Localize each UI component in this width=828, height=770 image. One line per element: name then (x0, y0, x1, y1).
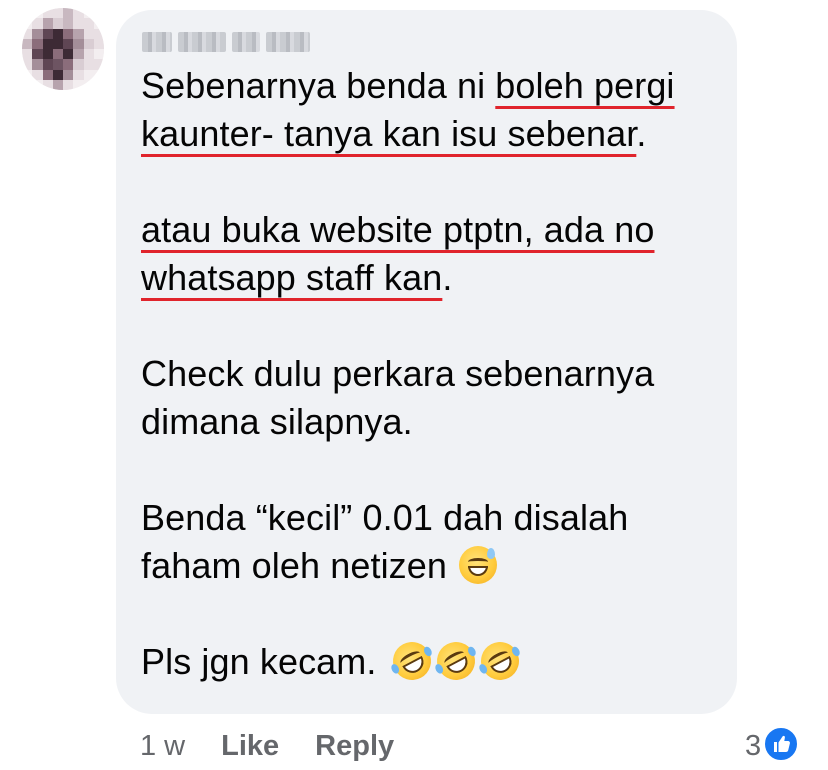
comment-paragraph: Benda “kecil” 0.01 dah disalah faham ole… (141, 494, 726, 590)
underlined-text: atau buka website ptptn, ada no whatsapp… (141, 209, 655, 298)
comment-bubble: Sebenarnya benda ni boleh pergi kaunter-… (116, 10, 737, 714)
comment-text-run: . (442, 257, 453, 298)
grinning-sweat-emoji (459, 546, 498, 584)
like-button[interactable]: Like (221, 726, 279, 766)
comment-text-run: Benda “kecil” 0.01 dah disalah faham ole… (141, 497, 629, 586)
rolling-on-floor-laughing-emoji (385, 635, 438, 687)
rolling-on-floor-laughing-emoji (473, 635, 526, 687)
comment-paragraph: Sebenarnya benda ni boleh pergi kaunter-… (141, 62, 726, 158)
comment-text-run: . (636, 113, 647, 154)
reaction-count: 3 (745, 730, 762, 762)
comment-text: Sebenarnya benda ni boleh pergi kaunter-… (141, 62, 726, 687)
rolling-on-floor-laughing-emoji (429, 635, 482, 687)
comment-paragraph: atau buka website ptptn, ada no whatsapp… (141, 206, 726, 302)
reply-button[interactable]: Reply (315, 726, 394, 766)
comment-paragraph: Check dulu perkara sebenarnya dimana sil… (141, 350, 726, 446)
comment-timestamp[interactable]: 1 w (140, 726, 185, 766)
comment-actions: 1 w Like Reply (140, 726, 394, 766)
comment-text-run: Sebenarnya benda ni (141, 65, 496, 106)
thumbs-up-icon (763, 726, 800, 762)
comment-text-run: Pls jgn kecam. (141, 641, 387, 682)
reaction-summary[interactable]: 3 (745, 726, 800, 766)
comment-paragraph: Pls jgn kecam. (141, 635, 726, 687)
comment-text-run: Check dulu perkara sebenarnya dimana sil… (141, 353, 655, 442)
author-name-blurred[interactable] (142, 28, 310, 56)
avatar[interactable] (22, 8, 104, 90)
